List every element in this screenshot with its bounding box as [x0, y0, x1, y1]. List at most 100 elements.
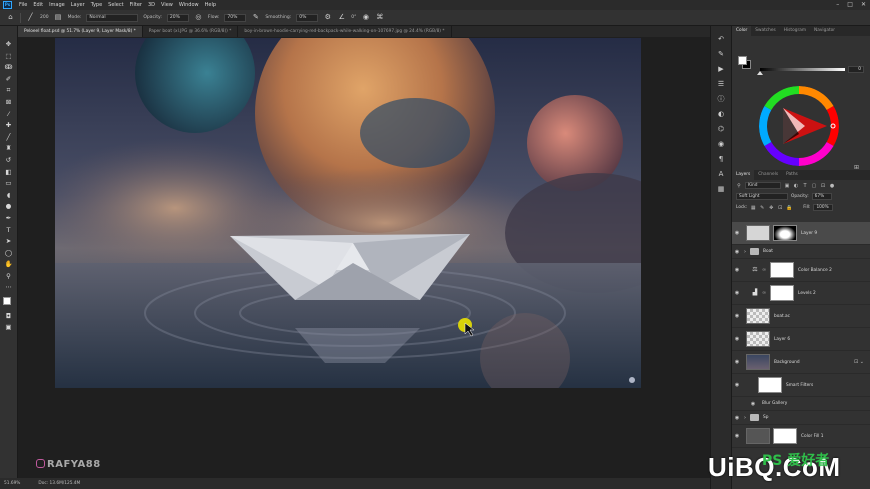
tab-color[interactable]: Color	[732, 26, 752, 36]
type-tool-icon[interactable]: T	[4, 226, 14, 235]
brush-size-value[interactable]: 200	[40, 15, 49, 20]
eraser-tool-icon[interactable]: ◧	[4, 168, 14, 177]
chevron-right-icon[interactable]: ›	[744, 415, 746, 421]
flow-field[interactable]: 70%	[224, 13, 247, 22]
layer-name[interactable]: Layer 6	[774, 337, 790, 342]
layer-comps-icon[interactable]: ▦	[716, 184, 726, 194]
eye-icon[interactable]: ◉	[732, 249, 742, 255]
layer-name[interactable]: Blur Gallery	[762, 401, 787, 406]
character-icon[interactable]: A	[716, 169, 726, 179]
brush-tool-icon[interactable]: ╱	[26, 13, 35, 22]
layer-row-background[interactable]: ◉ Background ⊡ ⌄	[732, 351, 870, 374]
menu-view[interactable]: View	[158, 2, 176, 8]
eye-icon[interactable]: ◉	[732, 415, 742, 421]
lock-transparent-icon[interactable]: ▦	[750, 205, 756, 211]
tab-histogram[interactable]: Histogram	[780, 26, 810, 36]
layer-name[interactable]: Smart Filters	[786, 383, 813, 388]
dodge-tool-icon[interactable]: ●	[4, 202, 14, 211]
lock-all-icon[interactable]: 🔒	[786, 205, 792, 211]
document-canvas[interactable]	[55, 38, 641, 388]
menu-3d[interactable]: 3D	[145, 2, 158, 8]
menu-edit[interactable]: Edit	[30, 2, 46, 8]
quick-select-tool-icon[interactable]: ✐	[4, 75, 14, 84]
layer-row-layer-6[interactable]: ◉ Layer 6	[732, 328, 870, 351]
layer-opacity-field[interactable]: 67%	[811, 193, 832, 200]
color-swatches[interactable]	[2, 297, 15, 310]
layer-mask-thumbnail[interactable]	[770, 262, 794, 278]
menu-layer[interactable]: Layer	[68, 2, 88, 8]
menu-type[interactable]: Type	[88, 2, 105, 8]
filter-adjustment-icon[interactable]: ◐	[793, 183, 799, 189]
gradient-tool-icon[interactable]: ▭	[4, 179, 14, 188]
color-wheel[interactable]	[759, 86, 839, 166]
eyedropper-tool-icon[interactable]: ⁄	[4, 110, 14, 119]
layer-name[interactable]: Sp	[763, 415, 768, 420]
tab-document-1[interactable]: Peloeel float.psd @ 51.7% (Layer 9, Laye…	[18, 26, 143, 37]
layer-row-levels-2[interactable]: ◉ ▟ ∞ Levels 2	[732, 282, 870, 305]
tab-navigator[interactable]: Navigator	[810, 26, 839, 36]
brightness-slider-thumb[interactable]	[757, 71, 763, 75]
menu-file[interactable]: File	[16, 2, 30, 8]
eye-icon[interactable]: ◉	[732, 336, 742, 342]
layer-name[interactable]: Levels 2	[798, 291, 816, 296]
marquee-tool-icon[interactable]: ⬚	[4, 52, 14, 61]
screen-mode-icon[interactable]: ▣	[4, 323, 14, 332]
symmetry-icon[interactable]: ⌘	[375, 13, 384, 22]
hand-tool-icon[interactable]: ✋	[4, 260, 14, 269]
smart-filter-mask-thumbnail[interactable]	[758, 377, 782, 393]
clone-stamp-tool-icon[interactable]: ♜	[4, 144, 14, 153]
history-icon[interactable]: ↶	[716, 34, 726, 44]
zoom-tool-icon[interactable]: ⚲	[4, 272, 14, 281]
lasso-tool-icon[interactable]: ↂ	[4, 63, 14, 72]
tab-layers[interactable]: Layers	[732, 170, 755, 180]
document-size[interactable]: Doc: 13.6M/125.4M	[38, 481, 80, 486]
color-foreground-swatch[interactable]	[738, 56, 747, 65]
eye-icon[interactable]: ◉	[732, 290, 742, 296]
tab-channels[interactable]: Channels	[754, 170, 782, 180]
layer-row-boat-ac[interactable]: ◉ boat.ac	[732, 305, 870, 328]
pen-tool-icon[interactable]: ✒	[4, 214, 14, 223]
crop-tool-icon[interactable]: ⌗	[4, 86, 14, 95]
lock-position-icon[interactable]: ✥	[768, 205, 774, 211]
mode-select[interactable]: Normal	[86, 13, 139, 22]
layer-mask-thumbnail[interactable]	[773, 225, 797, 241]
menu-filter[interactable]: Filter	[127, 2, 145, 8]
brush-tool-icon[interactable]: ╱	[4, 133, 14, 142]
gear-icon[interactable]: ⚙	[323, 13, 332, 22]
layer-name[interactable]: Background	[774, 360, 800, 365]
info-icon[interactable]: ⓘ	[716, 94, 726, 104]
move-tool-icon[interactable]: ✥	[4, 40, 14, 49]
eye-icon[interactable]: ◉	[732, 359, 742, 365]
quick-mask-icon[interactable]: ◘	[4, 312, 14, 321]
filter-kind-select[interactable]: Kind	[745, 182, 781, 189]
eye-icon[interactable]: ◉	[748, 401, 758, 407]
layer-row-smart-filters[interactable]: ◉ Smart Filters	[732, 374, 870, 397]
layer-row-color-balance-2[interactable]: ◉ ⚖ ∞ Color Balance 2	[732, 259, 870, 282]
layer-name[interactable]: Color Fill 1	[801, 434, 823, 439]
eye-icon[interactable]: ◉	[732, 267, 742, 273]
close-icon[interactable]: ✕	[861, 1, 866, 8]
layer-mask-thumbnail[interactable]	[773, 428, 797, 444]
filter-type-icon[interactable]: T	[802, 183, 808, 189]
filter-pixel-icon[interactable]: ▣	[784, 183, 790, 189]
filter-shape-icon[interactable]: ▢	[811, 183, 817, 189]
menu-image[interactable]: Image	[46, 2, 68, 8]
libraries-icon[interactable]: ⌬	[716, 124, 726, 134]
brush-settings-icon[interactable]: ✎	[716, 49, 726, 59]
layer-name[interactable]: Color Balance 2	[798, 268, 832, 273]
minimize-icon[interactable]: –	[836, 1, 839, 8]
chevron-right-icon[interactable]: ›	[744, 249, 746, 255]
layer-row-boat[interactable]: ◉ › Boat	[732, 245, 870, 259]
airbrush-icon[interactable]: ✎	[251, 13, 260, 22]
menu-window[interactable]: Window	[176, 2, 202, 8]
tab-document-3[interactable]: boy-in-brown-hoodie-carrying-red-backpac…	[238, 26, 452, 37]
zoom-level[interactable]: 51.69%	[4, 481, 20, 486]
layer-row-color-fill-1[interactable]: ◉ Color Fill 1	[732, 425, 870, 448]
angle-value[interactable]: 0°	[351, 15, 356, 20]
eye-icon[interactable]: ◉	[732, 382, 742, 388]
maximize-icon[interactable]: □	[847, 1, 853, 8]
layer-name[interactable]: boat.ac	[774, 314, 790, 319]
eye-icon[interactable]: ◉	[732, 230, 742, 236]
color-icon[interactable]: ◉	[716, 139, 726, 149]
blend-mode-select[interactable]: Soft Light	[736, 193, 788, 200]
